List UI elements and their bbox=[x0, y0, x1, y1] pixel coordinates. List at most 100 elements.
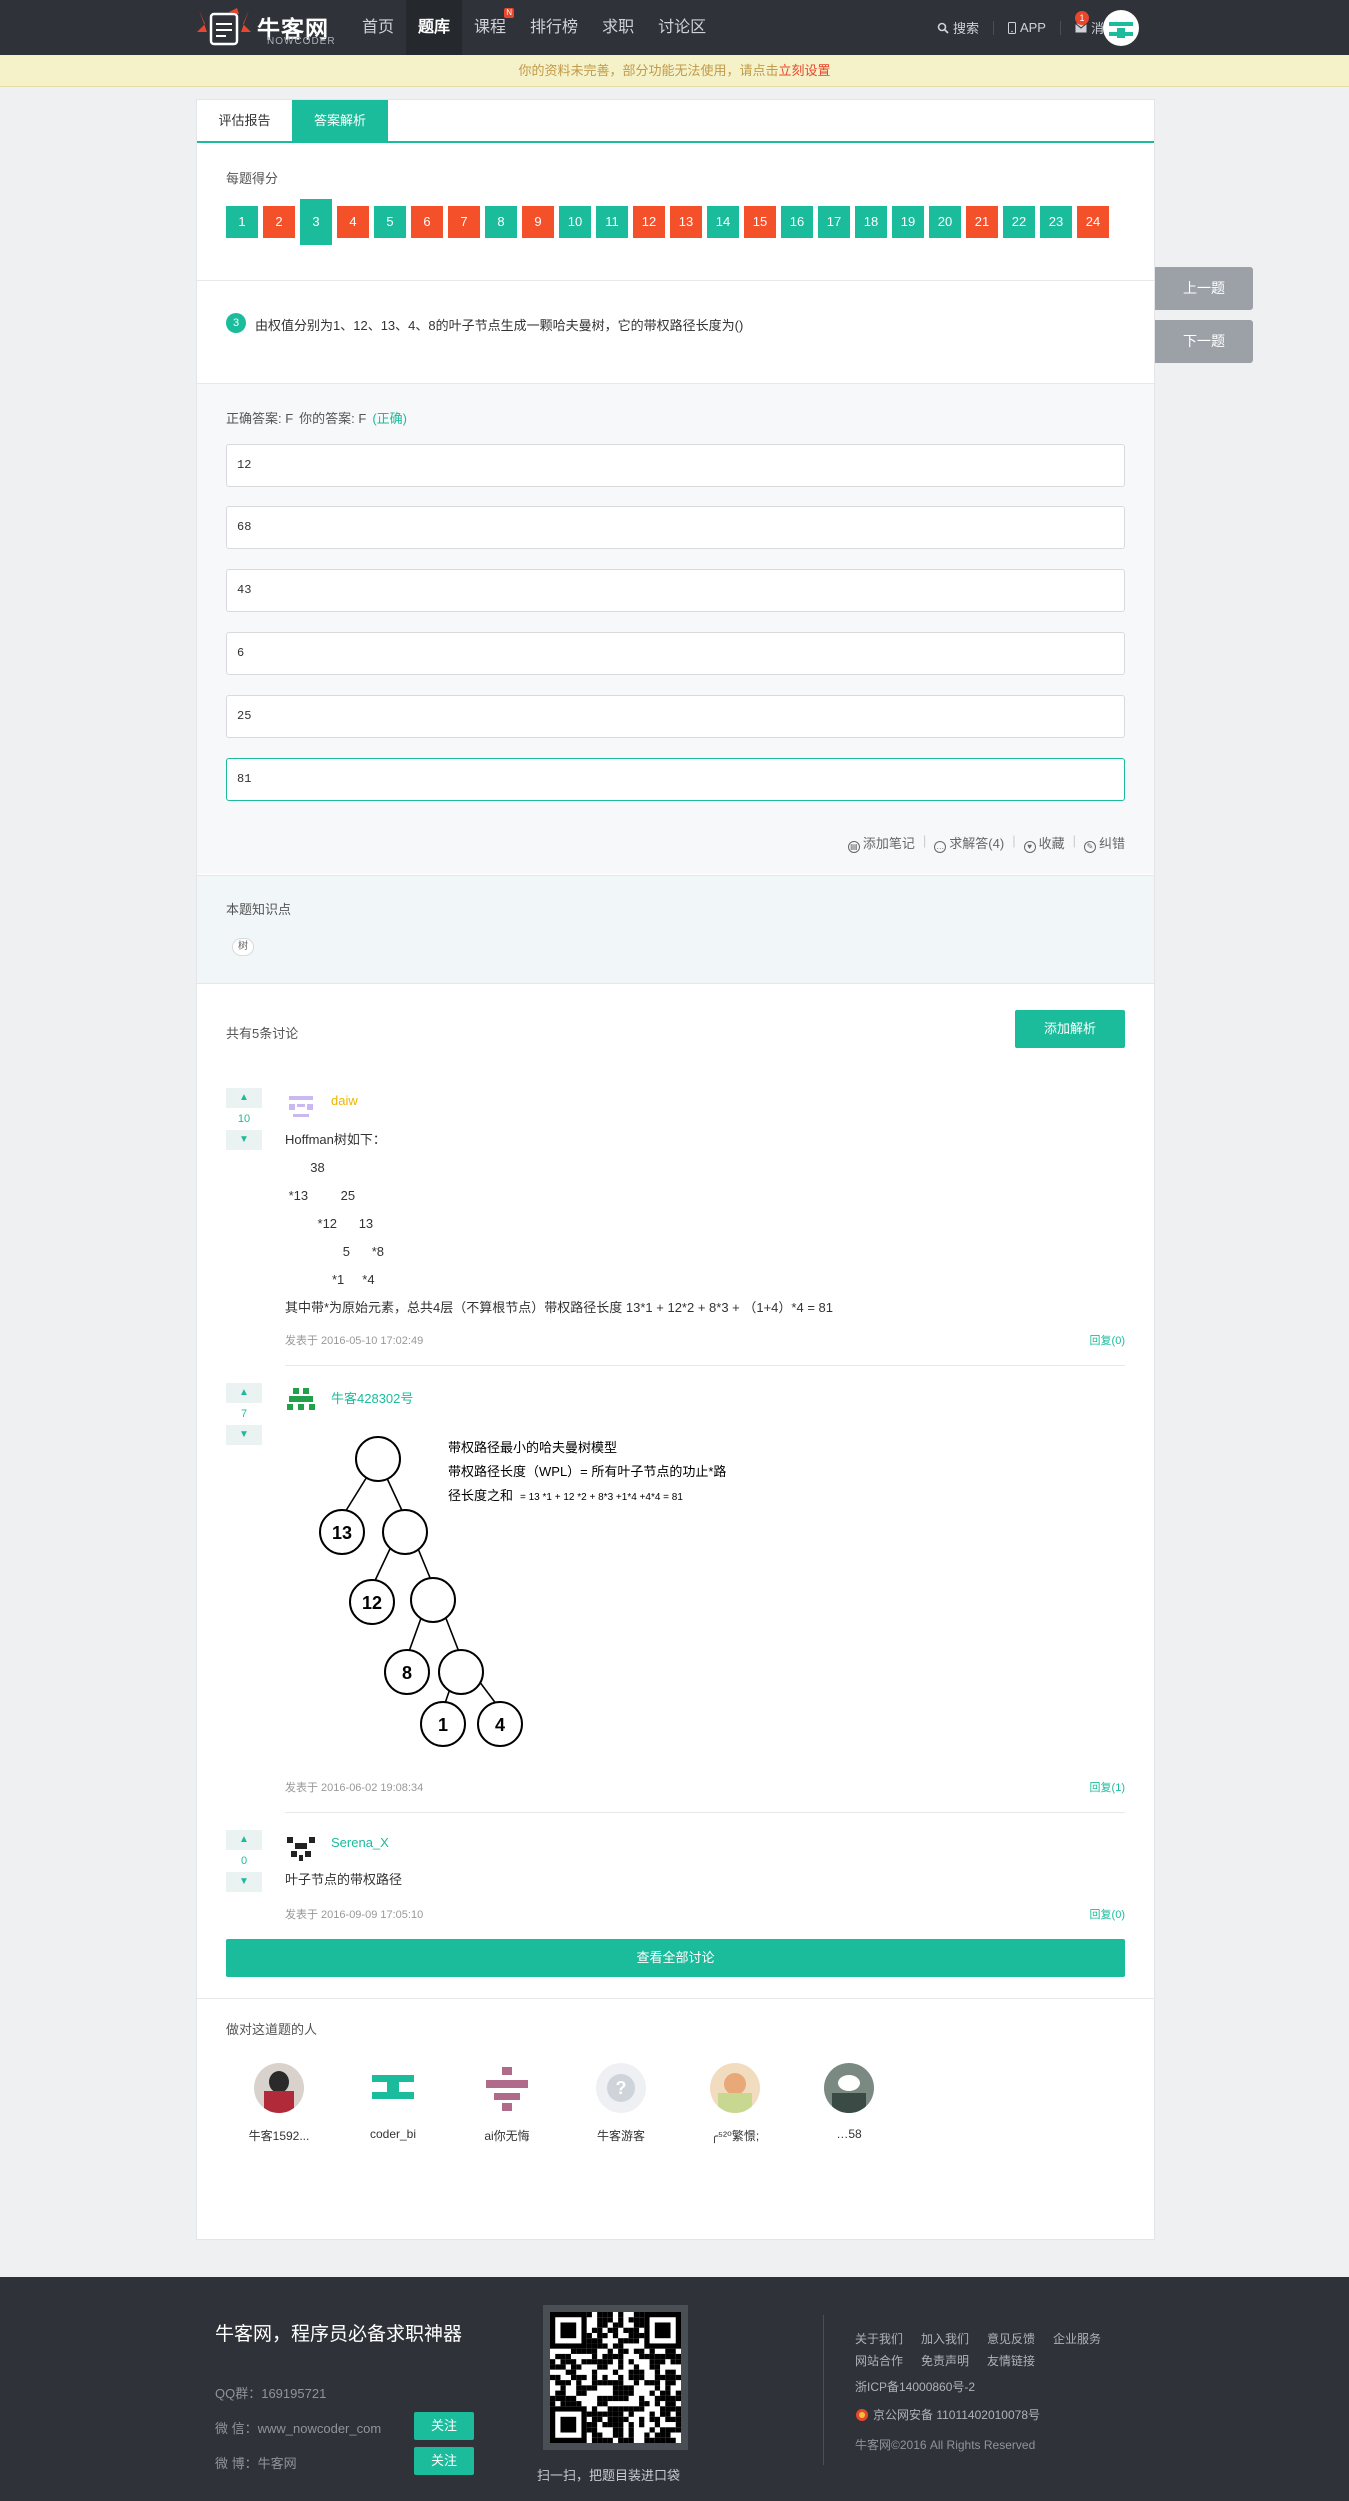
score-item[interactable]: 5 bbox=[374, 206, 406, 238]
upvote-button[interactable]: ▲ bbox=[226, 1383, 262, 1403]
person-item[interactable]: ai你无悔 bbox=[462, 2063, 552, 2144]
follow-weibo-button[interactable]: 关注 bbox=[414, 2447, 474, 2475]
reply-link[interactable]: 回复(0) bbox=[1090, 1906, 1125, 1922]
prev-question-button[interactable]: 上一题 bbox=[1155, 267, 1253, 310]
score-item[interactable]: 17 bbox=[818, 206, 850, 238]
site-logo[interactable]: 牛客网 NOWCODER bbox=[193, 6, 345, 50]
footer-link[interactable]: 网站合作 bbox=[855, 2352, 903, 2369]
nav-jobs[interactable]: 求职 bbox=[590, 0, 646, 55]
upvote-button[interactable]: ▲ bbox=[226, 1830, 262, 1850]
nav-app-label: APP bbox=[1019, 20, 1046, 35]
nav-ranking[interactable]: 排行榜 bbox=[518, 0, 590, 55]
person-avatar bbox=[482, 2063, 532, 2113]
vote-count: 0 bbox=[240, 1855, 248, 1867]
person-item[interactable]: ? 牛客游客 bbox=[576, 2063, 666, 2144]
option-item[interactable]: 6 bbox=[226, 632, 1125, 675]
commenter-name[interactable]: daiw bbox=[331, 1093, 358, 1108]
vote-widget: ▲ 7 ▼ bbox=[226, 1383, 262, 1445]
downvote-button[interactable]: ▼ bbox=[226, 1130, 262, 1150]
score-item[interactable]: 12 bbox=[633, 206, 665, 238]
nav-right: 搜索 APP 1 消息 bbox=[923, 0, 1131, 55]
nav-question-bank[interactable]: 题库 bbox=[406, 0, 463, 55]
option-item[interactable]: 68 bbox=[226, 506, 1125, 549]
comment-line: 其中带*为原始元素，总共4层（不算根节点）带权路径长度 13*1 + 12*2 … bbox=[285, 1300, 833, 1315]
score-item[interactable]: 3 bbox=[300, 199, 332, 245]
score-item[interactable]: 9 bbox=[522, 206, 554, 238]
score-item[interactable]: 23 bbox=[1040, 206, 1072, 238]
option-item[interactable]: 12 bbox=[226, 444, 1125, 487]
police-badge-icon bbox=[856, 2408, 868, 2421]
score-item[interactable]: 8 bbox=[485, 206, 517, 238]
knowledge-tag[interactable]: 树 bbox=[232, 938, 254, 956]
score-item[interactable]: 1 bbox=[226, 206, 258, 238]
tree-node-label: 4 bbox=[495, 1715, 505, 1735]
logo-subtext: NOWCODER bbox=[267, 36, 336, 47]
person-item[interactable]: …58 bbox=[804, 2063, 894, 2141]
discussion-count: 共有5条讨论 bbox=[226, 1026, 299, 1041]
person-item[interactable]: ╭⁵²⁰繁憬; bbox=[690, 2063, 780, 2144]
footer-link[interactable]: 加入我们 bbox=[921, 2330, 969, 2347]
commenter-avatar[interactable] bbox=[285, 1090, 317, 1122]
user-avatar[interactable] bbox=[1103, 10, 1139, 46]
score-item[interactable]: 2 bbox=[263, 206, 295, 238]
commenter-name[interactable]: Serena_X bbox=[331, 1835, 389, 1850]
footer-link[interactable]: 友情链接 bbox=[987, 2352, 1035, 2369]
score-item[interactable]: 15 bbox=[744, 206, 776, 238]
footer-copyright: 牛客网©2016 All Rights Reserved bbox=[855, 2438, 1036, 2452]
score-item[interactable]: 7 bbox=[448, 206, 480, 238]
nav-courses[interactable]: 课程 N bbox=[462, 0, 518, 55]
nav-search[interactable]: 搜索 bbox=[923, 20, 994, 36]
nav-home[interactable]: 首页 bbox=[350, 0, 406, 55]
footer-link[interactable]: 企业服务 bbox=[1053, 2330, 1101, 2347]
score-item[interactable]: 14 bbox=[707, 206, 739, 238]
next-question-button[interactable]: 下一题 bbox=[1155, 320, 1253, 363]
figure-formula: = 13 *1 + 12 *2 + 8*3 +1*4 +4*4 = 81 bbox=[520, 1492, 683, 1503]
score-item[interactable]: 18 bbox=[855, 206, 887, 238]
downvote-button[interactable]: ▼ bbox=[226, 1425, 262, 1445]
option-item[interactable]: 25 bbox=[226, 695, 1125, 738]
person-item[interactable]: 牛客1592... bbox=[234, 2063, 324, 2144]
notice-setup-link[interactable]: 立刻设置 bbox=[779, 63, 831, 78]
question-text: 由权值分别为1、12、13、4、8的叶子节点生成一颗哈夫曼树，它的带权路径长度为… bbox=[255, 318, 744, 333]
score-item[interactable]: 6 bbox=[411, 206, 443, 238]
person-name: 牛客1592... bbox=[248, 2129, 310, 2143]
favorite-button[interactable]: ♥ 收藏 bbox=[1023, 833, 1065, 853]
tab-answer-analysis[interactable]: 答案解析 bbox=[292, 100, 388, 141]
report-error-button[interactable]: ✎ 纠错 bbox=[1083, 833, 1125, 853]
score-item[interactable]: 16 bbox=[781, 206, 813, 238]
add-note-button[interactable]: ▤ 添加笔记 bbox=[847, 833, 915, 853]
score-item[interactable]: 22 bbox=[1003, 206, 1035, 238]
score-item[interactable]: 4 bbox=[337, 206, 369, 238]
option-item-selected[interactable]: 81 bbox=[226, 758, 1125, 801]
score-item[interactable]: 10 bbox=[559, 206, 591, 238]
option-item[interactable]: 43 bbox=[226, 569, 1125, 612]
score-item[interactable]: 20 bbox=[929, 206, 961, 238]
ask-answer-button[interactable]: … 求解答(4) bbox=[934, 833, 1004, 853]
commenter-avatar[interactable] bbox=[285, 1384, 317, 1416]
add-analysis-button[interactable]: 添加解析 bbox=[1015, 1010, 1125, 1048]
downvote-button[interactable]: ▼ bbox=[226, 1872, 262, 1892]
footer-police: 京公网安备 11011402010078号 bbox=[855, 2406, 1040, 2423]
score-item[interactable]: 21 bbox=[966, 206, 998, 238]
commenter-avatar[interactable] bbox=[285, 1831, 317, 1863]
favorite-label: 收藏 bbox=[1038, 836, 1065, 851]
footer-link[interactable]: 意见反馈 bbox=[987, 2330, 1035, 2347]
tab-evaluation-report[interactable]: 评估报告 bbox=[197, 100, 292, 141]
nav-forum[interactable]: 讨论区 bbox=[646, 0, 718, 55]
upvote-button[interactable]: ▲ bbox=[226, 1088, 262, 1108]
main-card: 评估报告 答案解析 每题得分 1 2 3 4 5 6 7 8 9 10 11 12 13 14 15 16 17… bbox=[196, 99, 1155, 2240]
view-all-discussions-button[interactable]: 查看全部讨论 bbox=[226, 1939, 1125, 1977]
score-item[interactable]: 13 bbox=[670, 206, 702, 238]
reply-link[interactable]: 回复(0) bbox=[1090, 1332, 1125, 1348]
nav-app[interactable]: APP bbox=[994, 20, 1061, 35]
person-item[interactable]: coder_bi bbox=[348, 2063, 438, 2141]
message-count-badge: 1 bbox=[1074, 10, 1089, 25]
reply-link[interactable]: 回复(1) bbox=[1090, 1779, 1125, 1795]
follow-wechat-button[interactable]: 关注 bbox=[414, 2412, 474, 2440]
footer-link[interactable]: 关于我们 bbox=[855, 2330, 903, 2347]
score-item[interactable]: 19 bbox=[892, 206, 924, 238]
footer-link[interactable]: 免责声明 bbox=[921, 2352, 969, 2369]
score-item[interactable]: 24 bbox=[1077, 206, 1109, 238]
commenter-name[interactable]: 牛客428302号 bbox=[331, 1388, 413, 1407]
score-item[interactable]: 11 bbox=[596, 206, 628, 238]
